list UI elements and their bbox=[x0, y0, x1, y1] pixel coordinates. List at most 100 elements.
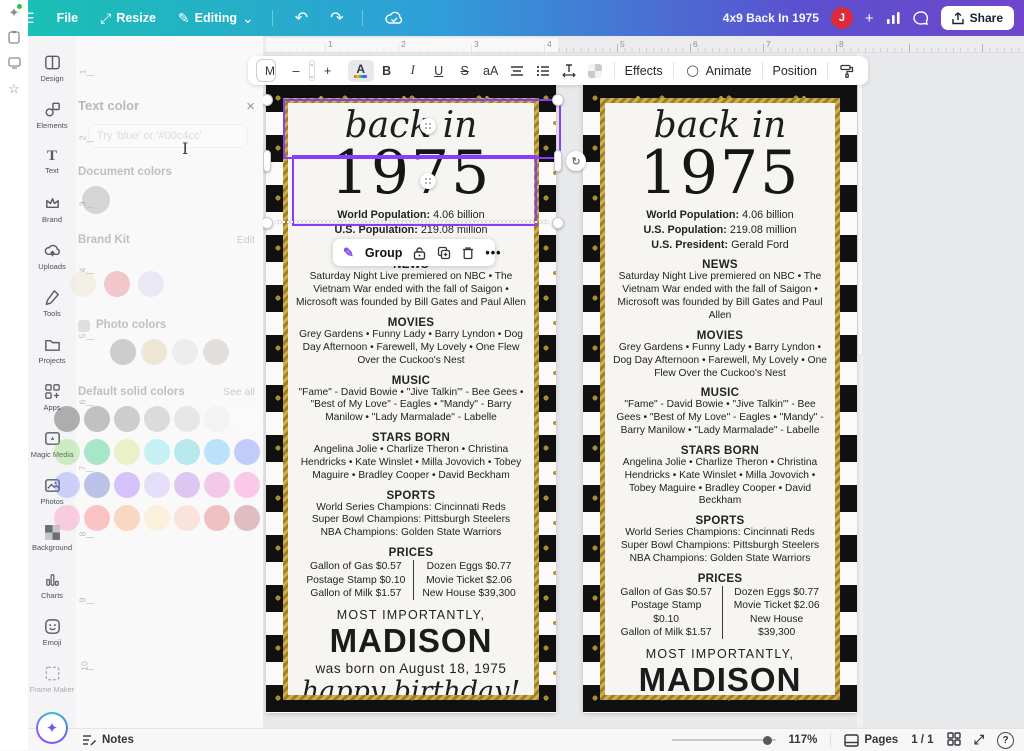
zoom-slider-knob[interactable] bbox=[763, 736, 772, 745]
sidebar-item-charts[interactable]: Charts bbox=[28, 561, 76, 608]
color-swatch[interactable] bbox=[203, 339, 229, 365]
sidebar-item-text[interactable]: T Text bbox=[28, 138, 76, 185]
font-family-select[interactable]: Multiple fonts bbox=[256, 59, 276, 82]
grid-view-icon[interactable] bbox=[947, 732, 961, 749]
color-swatch[interactable] bbox=[144, 505, 170, 531]
sidebar-item-frame-maker[interactable]: Frame Maker bbox=[28, 655, 76, 702]
text-align-icon[interactable] bbox=[504, 60, 530, 81]
font-size-increase-button[interactable]: + bbox=[315, 60, 341, 81]
monitor-icon[interactable] bbox=[8, 57, 21, 71]
color-swatch[interactable] bbox=[234, 406, 260, 432]
editing-mode-dropdown[interactable]: ✎ Editing ⌄ bbox=[178, 10, 254, 27]
drag-handle-title-year[interactable] bbox=[420, 173, 436, 189]
poster-section-prices[interactable]: PRICES Gallon of Gas $0.57Postage Stamp … bbox=[298, 547, 523, 600]
poster-section-sports[interactable]: SPORTSWorld Series Champions: Cincinnati… bbox=[619, 515, 821, 566]
color-swatch[interactable] bbox=[174, 439, 200, 465]
color-swatch[interactable] bbox=[234, 505, 260, 531]
poster-section-movies[interactable]: MOVIESGrey Gardens • Funny Lady • Barry … bbox=[293, 317, 529, 368]
color-swatch[interactable] bbox=[144, 406, 170, 432]
scrollbar-thumb[interactable] bbox=[857, 56, 863, 356]
share-button[interactable]: Share bbox=[941, 6, 1014, 30]
close-icon[interactable]: × bbox=[246, 98, 255, 115]
star-icon[interactable]: ☆ bbox=[8, 82, 20, 95]
poster-title-year[interactable]: 1975 bbox=[640, 145, 801, 202]
copy-style-roller-icon[interactable] bbox=[834, 60, 860, 81]
animate-button[interactable]: Animate bbox=[706, 64, 756, 78]
sparkle-icon[interactable]: ✦ bbox=[9, 6, 20, 19]
text-case-button[interactable]: aA bbox=[478, 60, 504, 81]
see-all-link[interactable]: See all bbox=[223, 386, 255, 398]
color-swatch[interactable] bbox=[234, 472, 260, 498]
color-swatch[interactable] bbox=[174, 505, 200, 531]
rotate-handle[interactable]: ↻ bbox=[566, 151, 586, 171]
letter-spacing-icon[interactable] bbox=[556, 60, 582, 81]
selection-handle-top-right[interactable] bbox=[552, 94, 564, 106]
selection-handle-left-middle[interactable] bbox=[263, 150, 271, 172]
poster-section-stars-born[interactable]: STARS BORNAngelina Jolie • Charlize Ther… bbox=[610, 445, 830, 508]
color-swatch[interactable] bbox=[204, 472, 230, 498]
color-swatch[interactable] bbox=[110, 339, 136, 365]
add-member-button[interactable]: + bbox=[865, 10, 874, 27]
position-button[interactable]: Position bbox=[769, 64, 821, 78]
color-swatch[interactable] bbox=[114, 406, 140, 432]
poster-section-prices[interactable]: PRICES Gallon of Gas $0.57Postage Stamp … bbox=[610, 573, 830, 640]
poster-title-year[interactable]: 1975 bbox=[331, 145, 492, 202]
duplicate-icon[interactable] bbox=[437, 246, 451, 260]
color-swatch[interactable] bbox=[54, 406, 80, 432]
color-swatch[interactable] bbox=[172, 339, 198, 365]
selection-handle-bottom-right[interactable] bbox=[552, 217, 564, 229]
poster-section-sports[interactable]: SPORTSWorld Series Champions: Cincinnati… bbox=[310, 490, 512, 541]
poster-section-news[interactable]: NEWSSaturday Night Live premiered on NBC… bbox=[293, 259, 529, 310]
color-swatch[interactable] bbox=[114, 439, 140, 465]
color-swatch[interactable] bbox=[54, 439, 80, 465]
zoom-slider[interactable] bbox=[672, 739, 776, 741]
sidebar-item-projects[interactable]: Projects bbox=[28, 326, 76, 373]
text-color-button[interactable]: A bbox=[348, 60, 374, 82]
more-options-button[interactable]: ••• bbox=[485, 246, 501, 260]
help-button[interactable]: ? bbox=[997, 732, 1014, 749]
color-swatch[interactable] bbox=[114, 505, 140, 531]
zoom-level[interactable]: 117% bbox=[789, 734, 818, 746]
poster-section-movies[interactable]: MOVIESGrey Gardens • Funny Lady • Barry … bbox=[610, 330, 830, 381]
color-swatch[interactable] bbox=[138, 271, 164, 297]
sidebar-item-brand[interactable]: Brand bbox=[28, 185, 76, 232]
font-size-decrease-button[interactable]: – bbox=[283, 60, 309, 81]
pages-button[interactable]: Pages bbox=[844, 734, 898, 747]
insights-icon[interactable] bbox=[886, 11, 901, 25]
sidebar-item-emoji[interactable]: Emoji bbox=[28, 608, 76, 655]
assistant-button[interactable]: ✦ bbox=[36, 712, 68, 744]
poster-stats[interactable]: World Population:4.06 billion U.S. Popul… bbox=[644, 208, 797, 253]
undo-button[interactable]: ↶ bbox=[295, 8, 308, 28]
sidebar-item-tools[interactable]: Tools bbox=[28, 279, 76, 326]
resize-button[interactable]: ⤢ Resize bbox=[100, 10, 156, 27]
poster-page-right[interactable]: back in 1975 World Population:4.06 billi… bbox=[583, 85, 857, 713]
font-size-input[interactable]: -- bbox=[309, 60, 315, 81]
poster-section-news[interactable]: NEWSSaturday Night Live premiered on NBC… bbox=[610, 259, 830, 322]
color-swatch[interactable] bbox=[174, 406, 200, 432]
magic-edit-icon[interactable]: ✎ bbox=[343, 245, 354, 261]
sidebar-item-uploads[interactable]: Uploads bbox=[28, 232, 76, 279]
effects-button[interactable]: Effects bbox=[621, 64, 667, 78]
color-search-input[interactable]: Try 'blue' or '#00c4cc' bbox=[88, 124, 248, 148]
poster-footer[interactable]: MOST IMPORTANTLY, MADISON was born on Au… bbox=[611, 647, 829, 700]
canvas-scrollbar[interactable] bbox=[857, 52, 863, 728]
color-swatch[interactable] bbox=[144, 439, 170, 465]
color-swatch[interactable] bbox=[144, 472, 170, 498]
strikethrough-button[interactable]: S bbox=[452, 60, 478, 81]
poster-section-stars-born[interactable]: STARS BORNAngelina Jolie • Charlize Ther… bbox=[293, 432, 529, 483]
color-swatch[interactable] bbox=[204, 505, 230, 531]
delete-icon[interactable] bbox=[462, 246, 474, 260]
selection-handle-right-middle[interactable] bbox=[554, 150, 562, 172]
comments-icon[interactable] bbox=[913, 11, 929, 26]
italic-button[interactable]: I bbox=[400, 60, 426, 81]
drag-handle-title-script[interactable] bbox=[420, 118, 436, 134]
avatar[interactable]: J bbox=[831, 7, 853, 29]
color-swatch[interactable] bbox=[204, 439, 230, 465]
poster-section-music[interactable]: MUSIC"Fame" - David Bowie • "Jive Talkin… bbox=[610, 387, 830, 438]
redo-button[interactable]: ↷ bbox=[330, 8, 343, 28]
underline-button[interactable]: U bbox=[426, 60, 452, 81]
poster-page-left[interactable]: back in 1975 World Population:4.06 billi… bbox=[266, 85, 556, 713]
color-swatch[interactable] bbox=[174, 472, 200, 498]
color-swatch[interactable] bbox=[54, 472, 80, 498]
color-swatch[interactable] bbox=[141, 339, 167, 365]
